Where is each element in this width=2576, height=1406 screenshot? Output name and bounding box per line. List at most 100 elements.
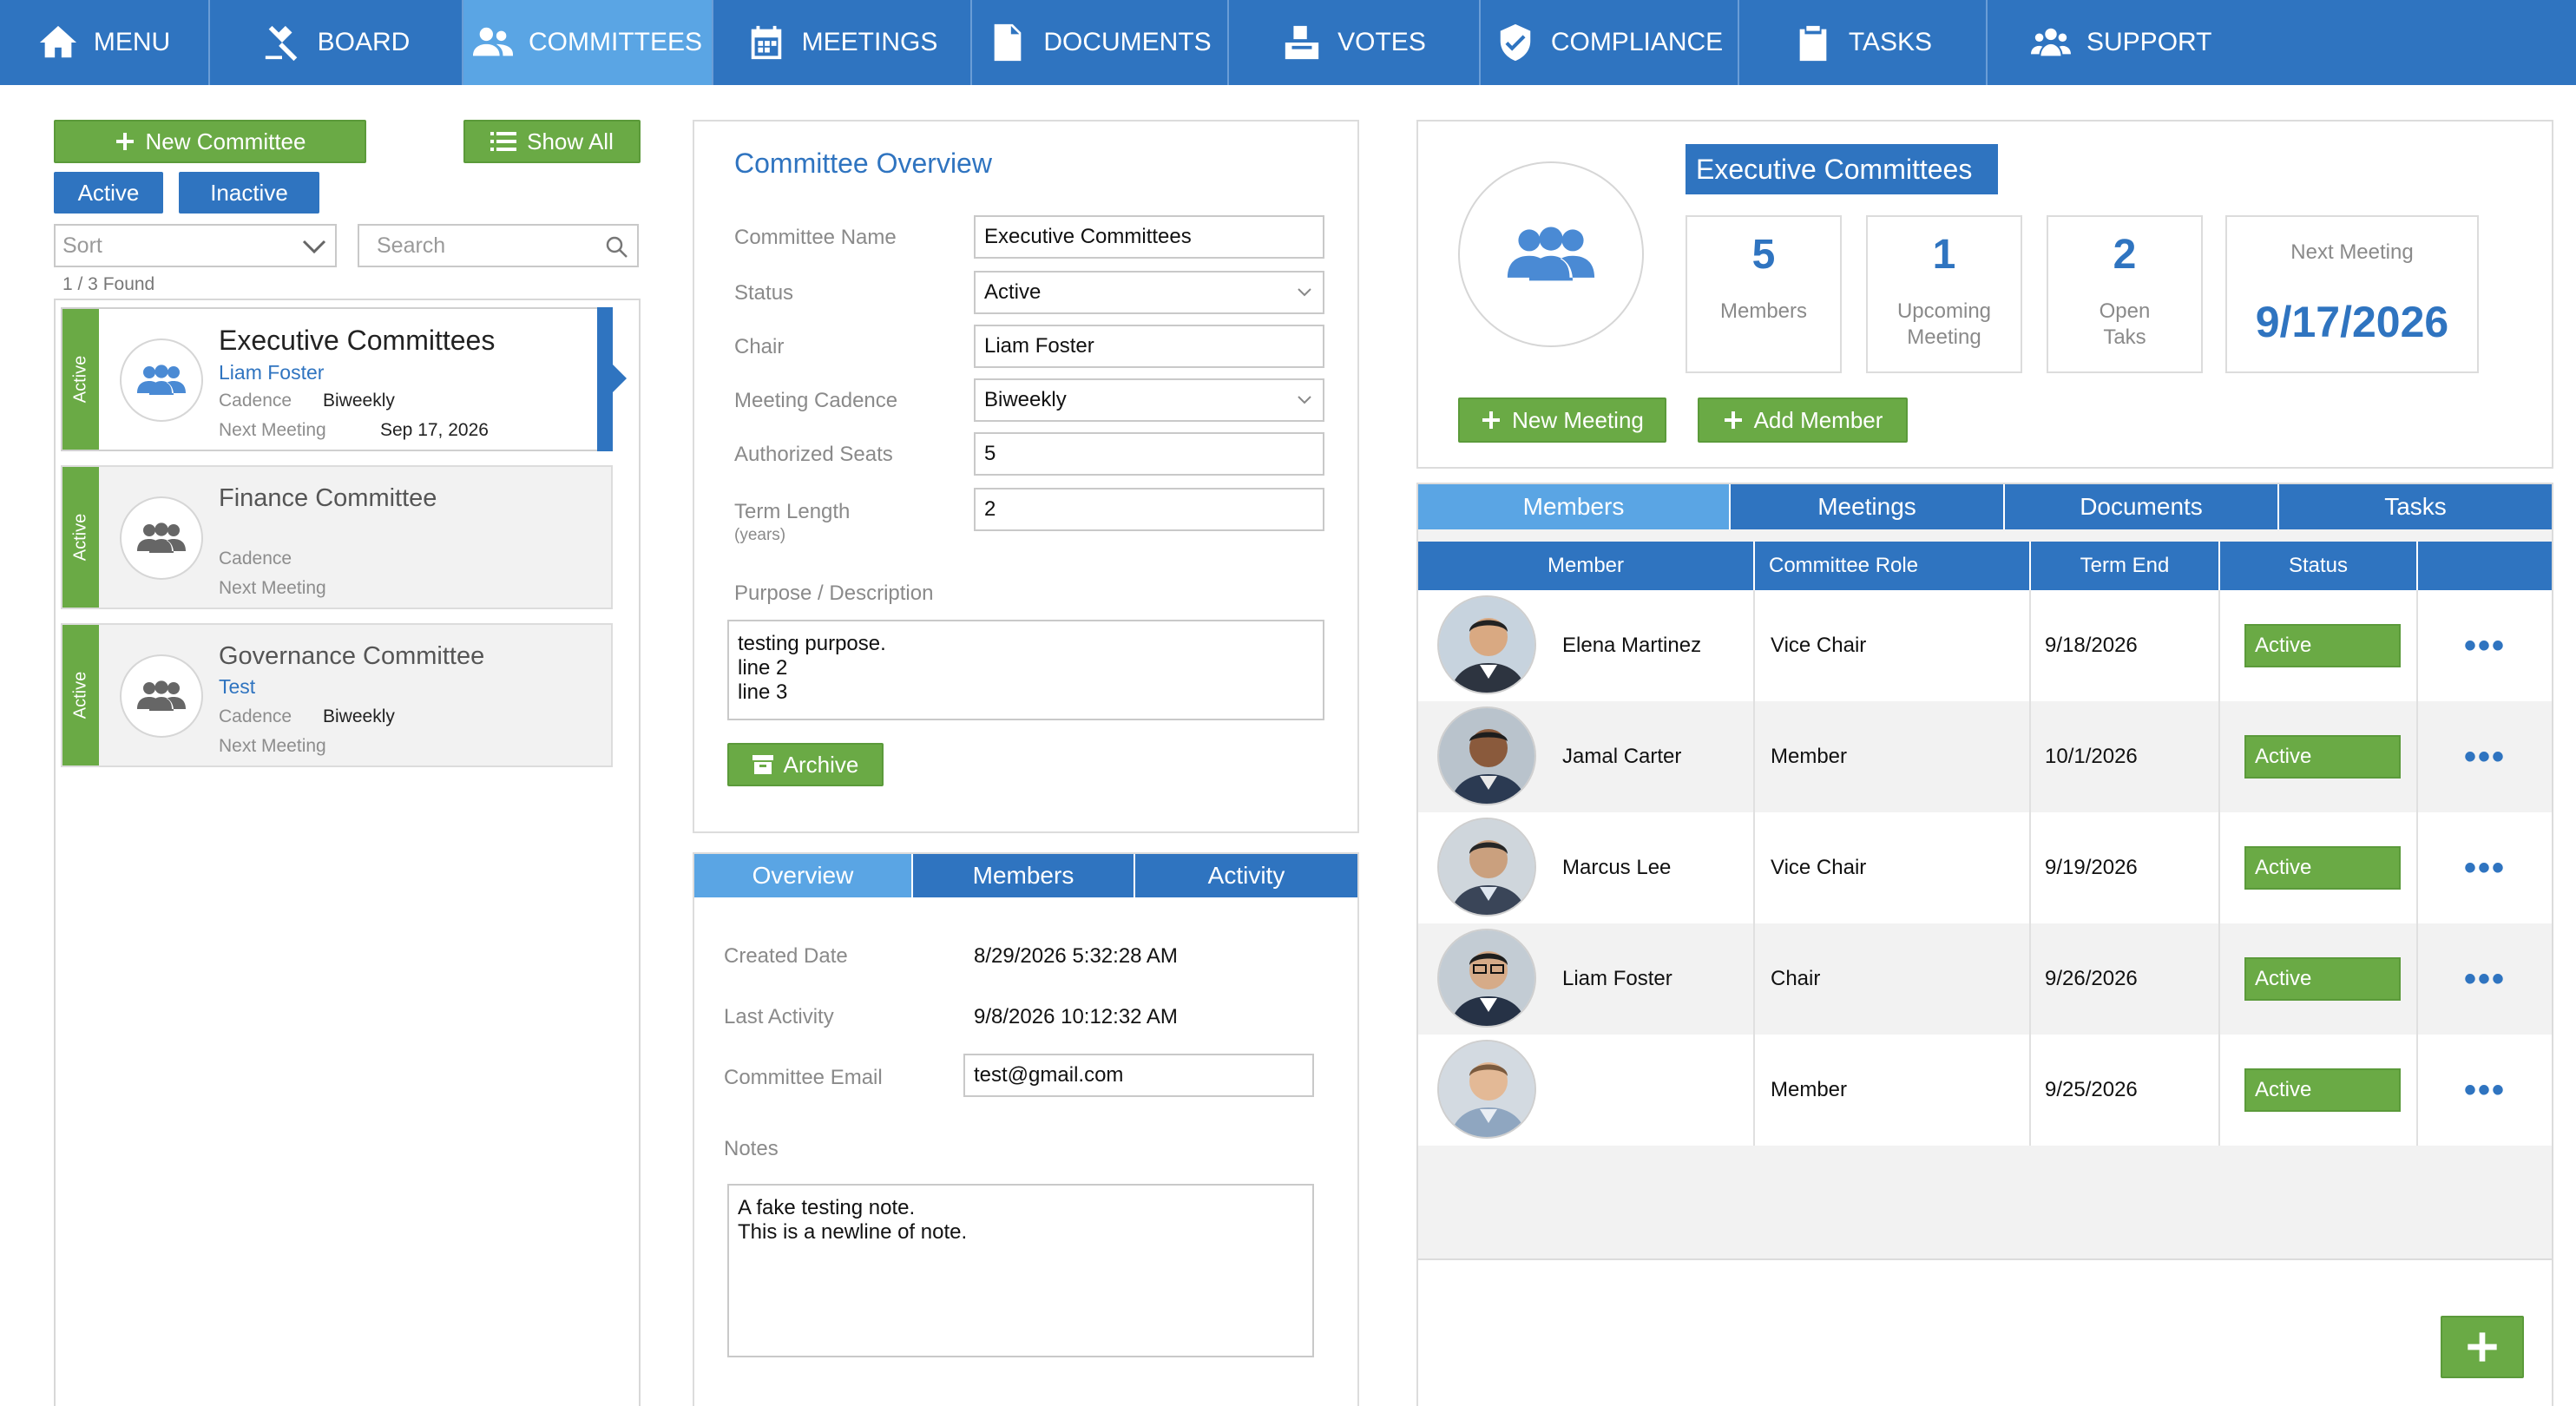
tab-tasks[interactable]: Tasks	[2279, 484, 2552, 529]
tab-activity[interactable]: Activity	[1135, 854, 1357, 897]
purpose-line: line 3	[738, 680, 788, 704]
role-cell: Vice Chair	[1755, 812, 2031, 923]
status-cell: Active	[2220, 701, 2418, 812]
role-cell: Member	[1755, 1035, 2031, 1146]
more-actions[interactable]: •••	[2418, 812, 2552, 923]
nav-support[interactable]: SUPPORT	[1988, 0, 2576, 85]
authorized-seats-input[interactable]: 5	[974, 432, 1324, 476]
status-badge: Active	[2244, 957, 2401, 1001]
filter-inactive-button[interactable]: Inactive	[179, 172, 319, 214]
more-actions[interactable]: •••	[2418, 923, 2552, 1035]
nav-documents[interactable]: DOCUMENTS	[972, 0, 1229, 85]
committee-name-input[interactable]: Executive Committees	[974, 215, 1324, 259]
more-actions[interactable]: •••	[2418, 590, 2552, 701]
nav-label: DOCUMENTS	[1043, 28, 1212, 56]
notes-line: This is a newline of note.	[738, 1220, 968, 1244]
people-icon	[137, 522, 186, 553]
term-length-unit: (years)	[734, 526, 786, 544]
member-photo	[1437, 1040, 1536, 1139]
plus-icon	[2468, 1332, 2497, 1362]
committee-email-input[interactable]: test@gmail.com	[963, 1054, 1314, 1097]
add-member-button[interactable]: Add Member	[1698, 397, 1908, 443]
stat-members: 5 Members	[1686, 215, 1842, 373]
table-row[interactable]: Jamal Carter Member 10/1/2026 Active •••	[1418, 701, 2552, 812]
members-tabs: Members Meetings Documents Tasks	[1418, 484, 2552, 529]
tab-members[interactable]: Members	[913, 854, 1135, 897]
tab-overview[interactable]: Overview	[694, 854, 913, 897]
nav-label: MEETINGS	[801, 28, 938, 56]
add-row-button[interactable]	[2441, 1316, 2524, 1378]
nav-committees[interactable]: COMMITTEES	[463, 0, 713, 85]
header-role: Committee Role	[1755, 542, 2031, 590]
committee-name-label: Committee Name	[734, 226, 897, 249]
ballot-box-icon	[1285, 25, 1319, 60]
chevron-down-icon	[302, 240, 326, 254]
meeting-cadence-select[interactable]: Biweekly	[974, 378, 1324, 422]
term-end-cell: 9/26/2026	[2031, 923, 2220, 1035]
member-cell: Liam Foster	[1418, 923, 1755, 1035]
notes-textarea[interactable]: A fake testing note. This is a newline o…	[727, 1184, 1314, 1357]
search-input[interactable]: Search	[358, 224, 639, 267]
members-table-header: Member Committee Role Term End Status	[1418, 542, 2552, 590]
nav-label: COMPLIANCE	[1550, 28, 1724, 56]
member-name: Marcus Lee	[1562, 856, 1672, 879]
chair-input[interactable]: Liam Foster	[974, 325, 1324, 368]
committee-card-finance[interactable]: Active Finance Committee Cadence Next Me…	[61, 465, 613, 609]
filter-active-button[interactable]: Active	[54, 172, 163, 214]
home-icon	[39, 25, 76, 58]
term-length-input[interactable]: 2	[974, 488, 1324, 531]
purpose-textarea[interactable]: testing purpose. line 2 line 3	[727, 620, 1324, 720]
people-icon	[1507, 227, 1595, 281]
nav-tasks[interactable]: TASKS	[1739, 0, 1988, 85]
more-actions[interactable]: •••	[2418, 701, 2552, 812]
cadence-label: Cadence	[219, 706, 292, 726]
nav-label: COMMITTEES	[529, 28, 702, 56]
nav-votes[interactable]: VOTES	[1229, 0, 1481, 85]
table-row[interactable]: Liam Foster Chair 9/26/2026 Active •••	[1418, 923, 2552, 1035]
list-icon	[490, 132, 517, 151]
table-row[interactable]: Member 9/25/2026 Active •••	[1418, 1035, 2552, 1146]
table-row[interactable]: Marcus Lee Vice Chair 9/19/2026 Active •…	[1418, 812, 2552, 923]
clipboard-check-icon	[1799, 25, 1827, 62]
nav-label: VOTES	[1337, 28, 1426, 56]
status-select[interactable]: Active	[974, 271, 1324, 314]
nav-meetings[interactable]: MEETINGS	[713, 0, 972, 85]
chevron-down-icon	[1298, 288, 1311, 297]
status-badge: Active	[2244, 1068, 2401, 1112]
nav-board[interactable]: BOARD	[210, 0, 463, 85]
member-photo	[1437, 706, 1536, 805]
support-group-icon	[2031, 28, 2071, 56]
people-icon	[473, 27, 513, 56]
nav-menu[interactable]: MENU	[0, 0, 210, 85]
search-placeholder: Search	[377, 233, 446, 258]
next-meeting-value: Sep 17, 2026	[380, 420, 489, 440]
new-committee-button[interactable]: New Committee	[54, 120, 366, 163]
tab-meetings[interactable]: Meetings	[1731, 484, 2005, 529]
table-row[interactable]: Elena Martinez Vice Chair 9/18/2026 Acti…	[1418, 590, 2552, 701]
tab-members[interactable]: Members	[1418, 484, 1731, 529]
committee-card-executive[interactable]: Active Executive Committees Liam Foster …	[61, 307, 613, 451]
purpose-line: testing purpose.	[738, 632, 886, 655]
cadence-label: Cadence	[219, 549, 292, 568]
more-actions[interactable]: •••	[2418, 1035, 2552, 1146]
stat-value: 9/17/2026	[2255, 298, 2449, 346]
committee-card-governance[interactable]: Active Governance Committee Test Cadence…	[61, 623, 613, 767]
selected-arrow-icon	[611, 363, 627, 394]
committee-email-label: Committee Email	[724, 1066, 883, 1089]
nav-label: BOARD	[317, 28, 411, 56]
sort-select[interactable]: Sort	[54, 224, 337, 267]
card-status: Active	[70, 355, 90, 404]
status-cell: Active	[2220, 812, 2418, 923]
term-end-cell: 9/25/2026	[2031, 1035, 2220, 1146]
role-cell: Chair	[1755, 923, 2031, 1035]
new-meeting-button[interactable]: New Meeting	[1458, 397, 1666, 443]
more-icon: •••	[2463, 738, 2506, 776]
card-title: Governance Committee	[219, 642, 485, 670]
archive-icon	[752, 755, 773, 774]
nav-compliance[interactable]: COMPLIANCE	[1481, 0, 1739, 85]
archive-button[interactable]: Archive	[727, 743, 884, 786]
details-tabs: Overview Members Activity	[694, 854, 1357, 897]
tab-documents[interactable]: Documents	[2005, 484, 2279, 529]
show-all-button[interactable]: Show All	[463, 120, 641, 163]
committee-summary-panel: Executive Committees 5 Members 1 Upcomin…	[1416, 120, 2553, 469]
